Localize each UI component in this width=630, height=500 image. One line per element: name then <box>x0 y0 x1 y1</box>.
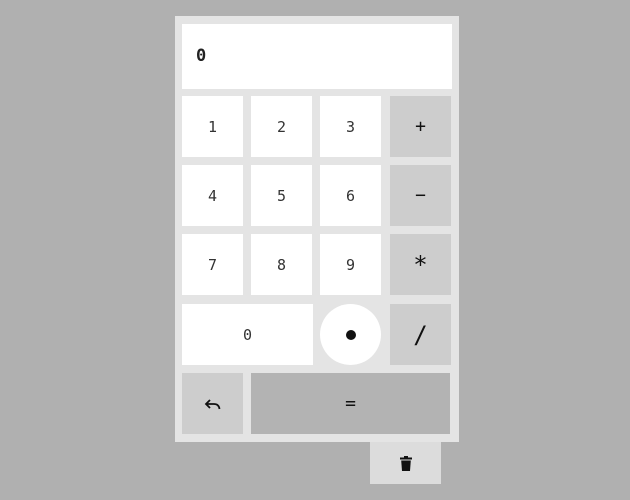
display: 0 <box>182 24 452 89</box>
key-4[interactable]: 4 <box>182 165 243 226</box>
add-button[interactable]: + <box>390 96 451 157</box>
equals-button[interactable]: = <box>251 373 450 434</box>
key-6[interactable]: 6 <box>320 165 381 226</box>
calculator: 0 1 2 3 + 4 5 6 − 7 8 9 * 0 / = <box>175 16 459 442</box>
key-3[interactable]: 3 <box>320 96 381 157</box>
key-5[interactable]: 5 <box>251 165 312 226</box>
multiply-button[interactable]: * <box>390 234 451 295</box>
decimal-button[interactable] <box>320 304 381 365</box>
key-8[interactable]: 8 <box>251 234 312 295</box>
key-9[interactable]: 9 <box>320 234 381 295</box>
clear-button[interactable] <box>370 442 441 484</box>
decimal-point-icon <box>345 329 356 340</box>
key-2[interactable]: 2 <box>251 96 312 157</box>
key-0[interactable]: 0 <box>182 304 313 365</box>
key-7[interactable]: 7 <box>182 234 243 295</box>
subtract-button[interactable]: − <box>390 165 451 226</box>
divide-button[interactable]: / <box>390 304 451 365</box>
undo-button[interactable] <box>182 373 243 434</box>
key-1[interactable]: 1 <box>182 96 243 157</box>
trash-icon <box>399 455 412 471</box>
undo-icon <box>204 397 222 411</box>
